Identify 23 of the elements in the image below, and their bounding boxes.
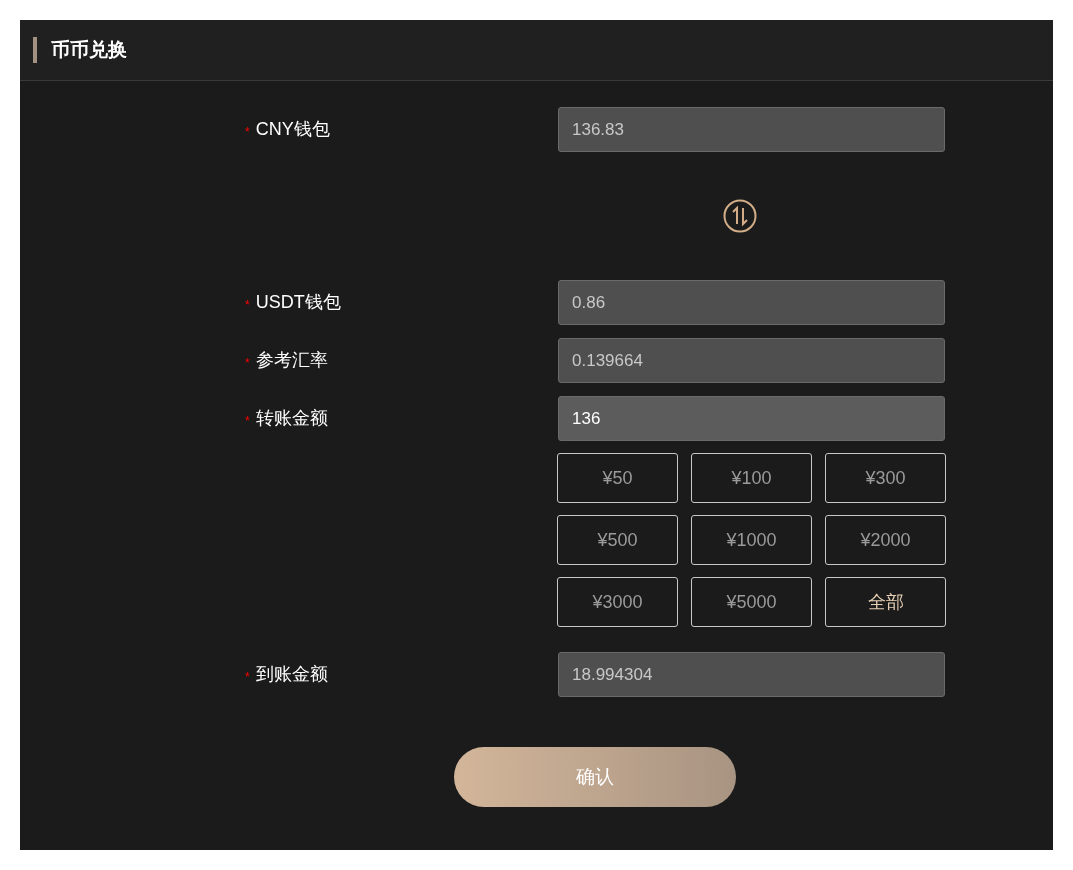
amount-button[interactable]: ¥5000 <box>691 577 812 627</box>
amount-button[interactable]: ¥1000 <box>691 515 812 565</box>
amount-button[interactable]: 全部 <box>825 577 946 627</box>
field-label: CNY钱包 <box>255 118 330 141</box>
required-mark: * <box>245 296 250 314</box>
field-label: 参考汇率 <box>255 349 328 372</box>
swap-icon[interactable] <box>723 199 757 233</box>
field-label: 到账金额 <box>255 663 328 686</box>
amount-button[interactable]: ¥100 <box>691 453 812 503</box>
amount-button[interactable]: ¥2000 <box>825 515 946 565</box>
required-mark: * <box>245 412 250 430</box>
field-label: 转账金额 <box>255 407 328 430</box>
required-mark: * <box>245 123 250 141</box>
field-label: USDT钱包 <box>255 291 341 314</box>
required-mark: * <box>245 668 250 686</box>
amount-button[interactable]: ¥500 <box>557 515 678 565</box>
amount-button[interactable]: ¥50 <box>557 453 678 503</box>
amount-button[interactable]: ¥3000 <box>557 577 678 627</box>
input-field[interactable]: 136 <box>558 396 945 441</box>
required-mark: * <box>245 354 250 372</box>
amount-button[interactable]: ¥300 <box>825 453 946 503</box>
accent-bar <box>33 37 37 63</box>
page-title: 币币兑换 <box>51 37 127 62</box>
